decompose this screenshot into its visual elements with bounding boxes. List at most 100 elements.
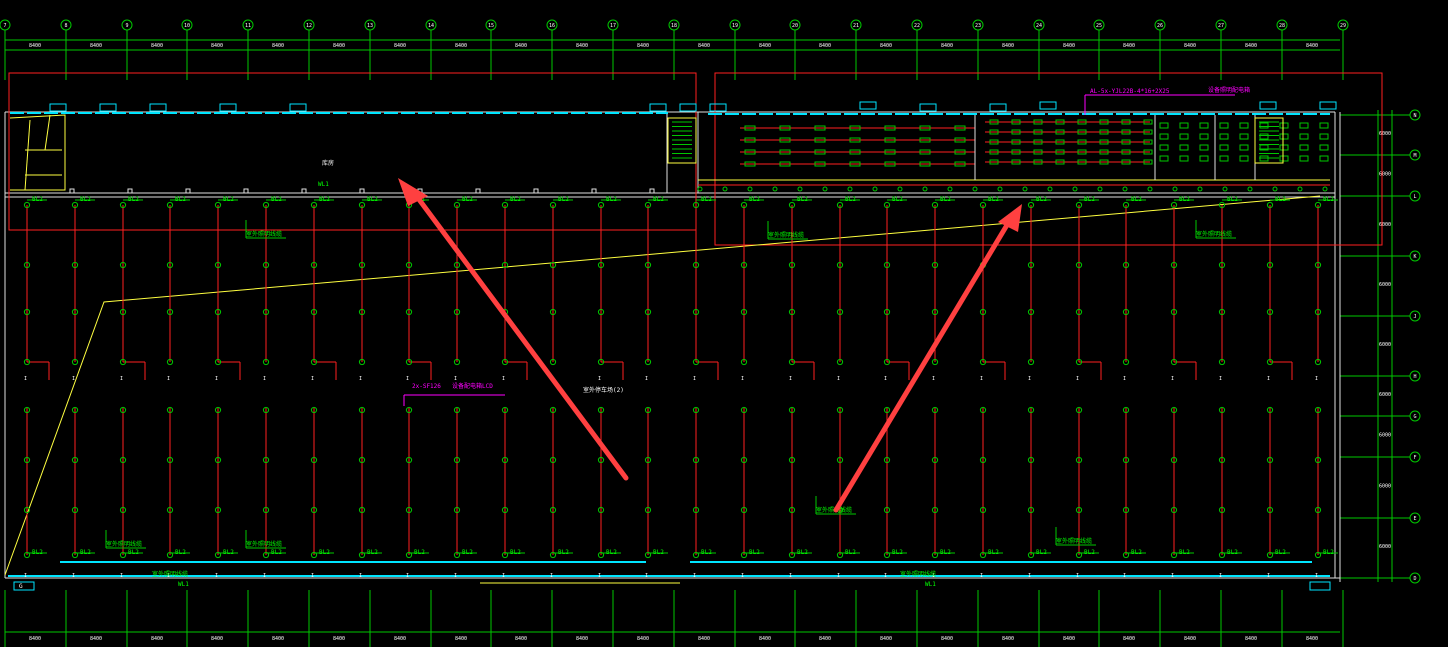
- dimension-label: 8400: [1306, 43, 1318, 49]
- dimension-label-bottom: 8400: [637, 636, 649, 642]
- wl-tag-bottom: WL1: [178, 581, 189, 588]
- dimension-label: 8400: [819, 43, 831, 49]
- axis-label-right: H: [1413, 374, 1416, 380]
- magenta-note-right-sub: 设备照明配电箱: [1208, 86, 1250, 94]
- bottom-left-tag: G: [19, 583, 23, 590]
- right-dimension: 6000: [1379, 544, 1391, 550]
- hall-label: 室外停车场(2): [583, 386, 624, 394]
- fixture-mark: I: [215, 573, 218, 579]
- axis-label: 19: [732, 23, 738, 29]
- axis-label: 27: [1218, 23, 1224, 29]
- fixture-mark: I: [24, 573, 27, 579]
- fixture-mark: I: [837, 376, 840, 382]
- axis-label: 26: [1157, 23, 1163, 29]
- dimension-label: 8400: [90, 43, 102, 49]
- dimension-label: 8400: [576, 43, 588, 49]
- axis-label: 28: [1279, 23, 1285, 29]
- magenta-note-right: AL-5x-YJL22B-4*16+2X25: [1090, 88, 1170, 95]
- fixture-mark: I: [263, 376, 266, 382]
- fixture-mark: I: [454, 573, 457, 579]
- fixture-mark: I: [359, 573, 362, 579]
- dimension-label-bottom: 8400: [151, 636, 163, 642]
- fixture-mark: I: [1028, 376, 1031, 382]
- fixture-mark: I: [789, 573, 792, 579]
- axis-label-right: L: [1413, 194, 1416, 200]
- fixture-mark: I: [789, 376, 792, 382]
- fixture-mark: I: [1171, 376, 1174, 382]
- right-dimension: 6000: [1379, 172, 1391, 178]
- fixture-mark: I: [359, 376, 362, 382]
- dimension-label-bottom: 8400: [576, 636, 588, 642]
- fixture-mark: I: [884, 573, 887, 579]
- green-note-3: 室外照明线缆: [1196, 230, 1232, 238]
- axis-label-right: G: [1413, 414, 1416, 420]
- fixture-mark: I: [454, 376, 457, 382]
- dimension-label: 8400: [698, 43, 710, 49]
- fixture-mark: I: [598, 376, 601, 382]
- cable-tag-2: 室外照明线缆: [900, 570, 936, 578]
- dimension-label: 8400: [637, 43, 649, 49]
- fixture-mark: I: [72, 573, 75, 579]
- fixture-mark: I: [502, 376, 505, 382]
- fixture-mark: I: [1315, 573, 1318, 579]
- axis-label-right: E: [1413, 516, 1416, 522]
- axis-label: 9: [125, 23, 128, 29]
- dimension-label-bottom: 8400: [394, 636, 406, 642]
- fixture-mark: I: [550, 573, 553, 579]
- fixture-mark: I: [837, 573, 840, 579]
- dimension-label-bottom: 8400: [90, 636, 102, 642]
- dimension-label-bottom: 8400: [1063, 636, 1075, 642]
- dimension-label-bottom: 8400: [272, 636, 284, 642]
- fixture-mark: I: [120, 573, 123, 579]
- axis-label: 23: [975, 23, 981, 29]
- axis-label-right: K: [1413, 254, 1416, 260]
- right-dimension: 6000: [1379, 392, 1391, 398]
- axis-label-right: M: [1413, 153, 1416, 159]
- fixture-mark: I: [1076, 376, 1079, 382]
- fixture-mark: I: [932, 376, 935, 382]
- right-dimension: 6000: [1379, 342, 1391, 348]
- cable-tag-1: 室外照明线缆: [152, 570, 188, 578]
- fixture-mark: I: [406, 376, 409, 382]
- dimension-label-bottom: 8400: [941, 636, 953, 642]
- wl-tag-top: WL1: [318, 181, 329, 188]
- fixture-mark: I: [215, 376, 218, 382]
- room-label: 库房: [322, 159, 334, 167]
- fixture-mark: I: [1076, 573, 1079, 579]
- axis-label: 20: [792, 23, 798, 29]
- axis-label: 18: [671, 23, 677, 29]
- cad-drawing-canvas[interactable]: 7 8400 8400 8 8400 8400 9 8400 8400 10 8400 8400 11 8…: [0, 0, 1448, 647]
- axis-label: 22: [914, 23, 920, 29]
- dimension-label-bottom: 8400: [1306, 636, 1318, 642]
- dimension-label-bottom: 8400: [455, 636, 467, 642]
- wl-tag-bottom-2: WL1: [925, 581, 936, 588]
- fixture-mark: I: [741, 573, 744, 579]
- right-dimension: 6000: [1379, 131, 1391, 137]
- magenta-note-left: 2x-SF126: [412, 383, 441, 390]
- axis-label: 17: [610, 23, 616, 29]
- dimension-label: 8400: [1184, 43, 1196, 49]
- dimension-label: 8400: [1245, 43, 1257, 49]
- dimension-label: 8400: [455, 43, 467, 49]
- fixture-mark: I: [1267, 573, 1270, 579]
- green-note-5: 室外照明线缆: [246, 540, 282, 548]
- dimension-label: 8400: [211, 43, 223, 49]
- axis-label: 24: [1036, 23, 1042, 29]
- dimension-label-bottom: 8400: [29, 636, 41, 642]
- axis-label: 14: [428, 23, 434, 29]
- right-dimension: 6000: [1379, 282, 1391, 288]
- fixture-mark: I: [1219, 376, 1222, 382]
- axis-label: 13: [367, 23, 373, 29]
- fixture-mark: I: [1171, 573, 1174, 579]
- dimension-label-bottom: 8400: [759, 636, 771, 642]
- fixture-mark: I: [1123, 573, 1126, 579]
- axis-label: 16: [549, 23, 555, 29]
- dimension-label-bottom: 8400: [698, 636, 710, 642]
- fixture-mark: I: [693, 376, 696, 382]
- green-note-7: 室外照明线缆: [1056, 537, 1092, 545]
- dimension-label: 8400: [759, 43, 771, 49]
- dimension-label-bottom: 8400: [880, 636, 892, 642]
- dimension-label: 8400: [880, 43, 892, 49]
- dimension-label: 8400: [333, 43, 345, 49]
- dimension-label: 8400: [1123, 43, 1135, 49]
